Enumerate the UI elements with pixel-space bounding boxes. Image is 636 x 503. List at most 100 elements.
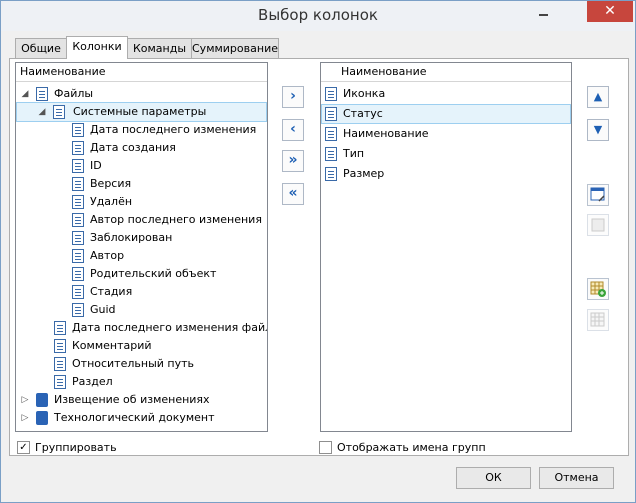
tree-node-system-params[interactable]: ◢ Системные параметры — [16, 102, 267, 122]
available-columns-tree[interactable]: Наименование ◢ Файлы ◢ Системные парамет… — [15, 62, 268, 432]
document-icon — [325, 127, 337, 141]
show-group-names-checkbox[interactable] — [319, 441, 332, 454]
add-all-columns-button[interactable]: » — [282, 150, 304, 172]
tree-item[interactable]: Версия — [16, 175, 267, 193]
tree-item-label: Раздел — [72, 375, 113, 388]
list-item[interactable]: Иконка — [321, 85, 571, 103]
document-icon — [325, 87, 337, 101]
tree-item-label: Комментарий — [72, 339, 152, 352]
document-icon — [72, 141, 84, 155]
tree-item[interactable]: Относительный путь — [16, 355, 267, 373]
tree-item[interactable]: Родительский объект — [16, 265, 267, 283]
tab-summary[interactable]: Суммирование — [191, 38, 279, 58]
folder-icon — [36, 411, 48, 425]
document-icon — [54, 339, 66, 353]
columns-panel: Наименование ◢ Файлы ◢ Системные парамет… — [9, 58, 629, 456]
grid-icon[interactable] — [587, 309, 609, 331]
tree-item[interactable]: Раздел — [16, 373, 267, 391]
left-list-header: Наименование — [16, 63, 267, 82]
list-item-label: Размер — [343, 167, 385, 180]
tree-item-label: ID — [90, 159, 102, 172]
dialog-window: Выбор колонок ✕ Общие Колонки Команды Су… — [0, 0, 636, 503]
tree-item-label: Дата последнего изменения файла — [72, 321, 268, 334]
folder-icon — [36, 393, 48, 407]
show-group-names-label: Отображать имена групп — [337, 441, 486, 454]
document-icon — [72, 195, 84, 209]
document-icon — [53, 105, 65, 119]
document-icon — [325, 147, 337, 161]
tree-item-label: Дата создания — [90, 141, 176, 154]
document-icon — [72, 231, 84, 245]
tree-item[interactable]: Дата последнего изменения — [16, 121, 267, 139]
document-icon — [72, 303, 84, 317]
tree-item[interactable]: ID — [16, 157, 267, 175]
tree-item-label: Дата последнего изменения — [90, 123, 257, 136]
tab-columns[interactable]: Колонки — [66, 36, 128, 59]
tree-item-label: Автор — [90, 249, 125, 262]
chevron-down-icon[interactable]: ◢ — [20, 85, 30, 103]
document-icon — [72, 177, 84, 191]
column-copy-icon[interactable] — [587, 214, 609, 236]
remove-all-columns-button[interactable]: « — [282, 183, 304, 205]
list-item-label: Иконка — [343, 87, 386, 100]
document-icon — [54, 357, 66, 371]
tree-item[interactable]: Автор последнего изменения — [16, 211, 267, 229]
minimize-button[interactable] — [530, 3, 558, 23]
tree-node-label: Файлы — [54, 87, 94, 100]
list-item[interactable]: Наименование — [321, 125, 571, 143]
tree-item[interactable]: Дата последнего изменения файла — [16, 319, 267, 337]
chevron-right-icon[interactable]: ▷ — [20, 391, 30, 409]
list-item-label: Наименование — [343, 127, 429, 140]
tree-node-label: Технологический документ — [54, 411, 215, 424]
document-icon — [54, 321, 66, 335]
tree-item-label: Автор последнего изменения — [90, 213, 262, 226]
right-list-header: Наименование — [321, 63, 571, 82]
tree-item-label: Версия — [90, 177, 132, 190]
close-button[interactable]: ✕ — [587, 1, 633, 22]
document-icon — [72, 123, 84, 137]
tree-item-label: Guid — [90, 303, 116, 316]
grid-add-icon[interactable] — [587, 278, 609, 300]
tree-item-label: Заблокирован — [90, 231, 173, 244]
group-checkbox[interactable]: ✓ — [17, 441, 30, 454]
ok-button[interactable]: ОК — [456, 467, 531, 489]
tree-item[interactable]: Комментарий — [16, 337, 267, 355]
tree-node-label: Извещение об изменениях — [54, 393, 210, 406]
tree-item-label: Удалён — [90, 195, 133, 208]
document-icon — [54, 375, 66, 389]
column-edit-icon[interactable] — [587, 184, 609, 206]
tree-item-label: Стадия — [90, 285, 133, 298]
document-icon — [325, 107, 337, 121]
tree-item[interactable]: Дата создания — [16, 139, 267, 157]
tab-commands[interactable]: Команды — [127, 38, 192, 58]
document-icon — [72, 285, 84, 299]
list-item[interactable]: Тип — [321, 145, 571, 163]
document-icon — [36, 87, 48, 101]
tree-node-tech-document[interactable]: ▷ Технологический документ — [16, 409, 267, 427]
remove-column-button[interactable]: ‹ — [282, 119, 304, 141]
tree-item[interactable]: Стадия — [16, 283, 267, 301]
tree-item[interactable]: Автор — [16, 247, 267, 265]
title-bar: Выбор колонок ✕ — [1, 1, 635, 31]
chevron-down-icon[interactable]: ◢ — [37, 103, 47, 121]
tree-node-change-notice[interactable]: ▷ Извещение об изменениях — [16, 391, 267, 409]
tree-item[interactable]: Guid — [16, 301, 267, 319]
list-item[interactable]: Размер — [321, 165, 571, 183]
move-down-button[interactable]: ▼ — [587, 119, 609, 141]
document-icon — [325, 167, 337, 181]
document-icon — [72, 213, 84, 227]
tree-item[interactable]: Удалён — [16, 193, 267, 211]
move-up-button[interactable]: ▲ — [587, 86, 609, 108]
add-column-button[interactable]: › — [282, 86, 304, 108]
selected-columns-list[interactable]: Наименование Иконка Статус Наименование … — [320, 62, 572, 432]
tree-item[interactable]: Заблокирован — [16, 229, 267, 247]
tree-node-files[interactable]: ◢ Файлы — [16, 85, 267, 103]
cancel-button[interactable]: Отмена — [539, 467, 614, 489]
tree-item-label: Относительный путь — [72, 357, 194, 370]
chevron-right-icon[interactable]: ▷ — [20, 409, 30, 427]
tree-node-label: Системные параметры — [73, 105, 207, 118]
tab-general[interactable]: Общие — [15, 38, 67, 58]
list-item-selected[interactable]: Статус — [321, 104, 571, 124]
list-item-label: Тип — [343, 147, 365, 160]
group-checkbox-label: Группировать — [35, 441, 117, 454]
